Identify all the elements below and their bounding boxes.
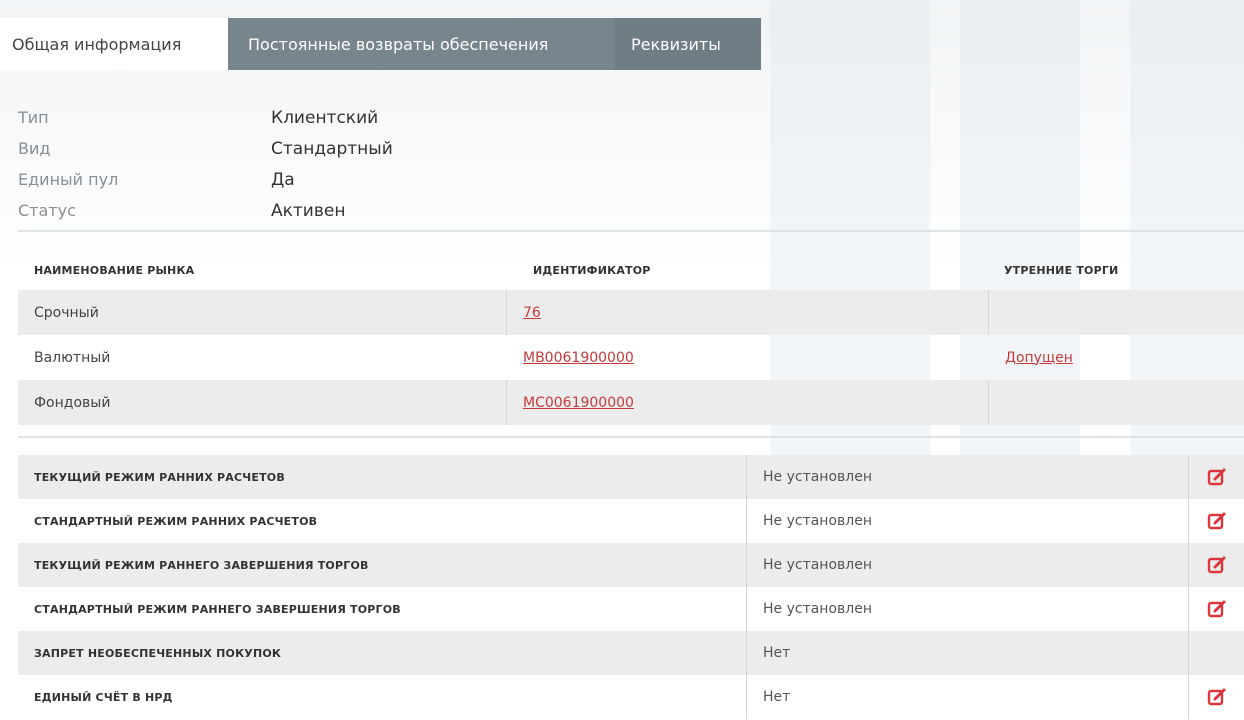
tab-bar: Общая информация Постоянные возвраты обе…	[0, 18, 761, 70]
setting-value: Не установлен	[746, 587, 1189, 631]
market-id-cell: MC0061900000	[507, 380, 989, 425]
setting-label: ЗАПРЕТ НЕОБЕСПЕЧЕННЫХ ПОКУПОК	[34, 646, 282, 660]
table-row: ТЕКУЩИЙ РЕЖИМ РАННЕГО ЗАВЕРШЕНИЯ ТОРГОВ …	[18, 543, 1244, 587]
info-value: Клиентский	[271, 107, 379, 128]
info-row-type: Тип Клиентский	[18, 102, 393, 133]
setting-label: ТЕКУЩИЙ РЕЖИМ РАННИХ РАСЧЕТОВ	[34, 470, 285, 484]
setting-label: СТАНДАРТНЫЙ РЕЖИМ РАННЕГО ЗАВЕРШЕНИЯ ТОР…	[34, 602, 401, 616]
table-row: ТЕКУЩИЙ РЕЖИМ РАННИХ РАСЧЕТОВ Не установ…	[18, 455, 1244, 499]
setting-value: Не установлен	[746, 455, 1189, 499]
settings-table: ТЕКУЩИЙ РЕЖИМ РАННИХ РАСЧЕТОВ Не установ…	[18, 455, 1244, 719]
table-row: ЗАПРЕТ НЕОБЕСПЕЧЕННЫХ ПОКУПОК Нет	[18, 631, 1244, 675]
info-list: Тип Клиентский Вид Стандартный Единый пу…	[18, 102, 393, 226]
table-row: Срочный 76	[18, 290, 1244, 335]
table-row: ЕДИНЫЙ СЧЁТ В НРД Нет	[18, 675, 1244, 719]
table-row: СТАНДАРТНЫЙ РЕЖИМ РАННЕГО ЗАВЕРШЕНИЯ ТОР…	[18, 587, 1244, 631]
column-header-morning-trading: УТРЕННИЕ ТОРГИ	[1004, 263, 1119, 277]
setting-label: ЕДИНЫЙ СЧЁТ В НРД	[34, 690, 173, 704]
edit-icon[interactable]	[1207, 511, 1227, 531]
info-value: Да	[271, 169, 295, 190]
tab-general-info[interactable]: Общая информация	[0, 18, 228, 70]
morning-trading-link[interactable]: Допущен	[1005, 350, 1073, 366]
table-row: СТАНДАРТНЫЙ РЕЖИМ РАННИХ РАСЧЕТОВ Не уст…	[18, 499, 1244, 543]
setting-label: СТАНДАРТНЫЙ РЕЖИМ РАННИХ РАСЧЕТОВ	[34, 514, 318, 528]
tab-collateral-returns[interactable]: Постоянные возвраты обеспечения	[228, 18, 615, 70]
info-label: Единый пул	[18, 170, 119, 189]
info-value: Активен	[271, 200, 346, 221]
market-name-cell: Валютный	[34, 349, 111, 366]
setting-action-cell	[1189, 543, 1244, 587]
table-row: Валютный MB0061900000 Допущен	[18, 335, 1244, 380]
column-header-identifier: ИДЕНТИФИКАТОР	[533, 263, 651, 277]
setting-action-cell	[1189, 631, 1244, 675]
morning-trading-cell: Допущен	[989, 335, 1244, 380]
section-divider	[18, 436, 1244, 438]
setting-value: Не установлен	[746, 499, 1189, 543]
info-value: Стандартный	[271, 138, 393, 159]
column-header-market-name: НАИМЕНОВАНИЕ РЫНКА	[34, 263, 195, 277]
edit-icon[interactable]	[1207, 555, 1227, 575]
info-label: Тип	[18, 108, 49, 127]
edit-icon[interactable]	[1207, 467, 1227, 487]
market-id-link[interactable]: MC0061900000	[523, 395, 634, 411]
setting-value: Нет	[746, 675, 1189, 719]
market-name-cell: Срочный	[18, 290, 507, 335]
market-id-cell: 76	[507, 290, 989, 335]
morning-trading-cell	[989, 290, 1244, 335]
edit-icon[interactable]	[1207, 599, 1227, 619]
markets-table: Срочный 76 Валютный MB0061900000 Допущен…	[18, 290, 1244, 425]
market-id-link[interactable]: 76	[523, 305, 541, 321]
tab-requisites[interactable]: Реквизиты	[615, 18, 761, 70]
market-id-link[interactable]: MB0061900000	[523, 350, 634, 366]
section-divider	[18, 230, 1244, 232]
edit-icon[interactable]	[1207, 687, 1227, 707]
setting-value: Не установлен	[746, 543, 1189, 587]
setting-label: ТЕКУЩИЙ РЕЖИМ РАННЕГО ЗАВЕРШЕНИЯ ТОРГОВ	[34, 558, 369, 572]
info-row-kind: Вид Стандартный	[18, 133, 393, 164]
info-row-status: Статус Активен	[18, 195, 393, 226]
info-label: Статус	[18, 201, 76, 220]
market-name-cell: Фондовый	[18, 380, 507, 425]
setting-action-cell	[1189, 499, 1244, 543]
setting-action-cell	[1189, 587, 1244, 631]
morning-trading-cell	[989, 380, 1244, 425]
markets-table-header: НАИМЕНОВАНИЕ РЫНКА ИДЕНТИФИКАТОР УТРЕННИ…	[18, 252, 1244, 288]
setting-action-cell	[1189, 675, 1244, 719]
market-id-cell: MB0061900000	[507, 335, 989, 380]
info-row-single-pool: Единый пул Да	[18, 164, 393, 195]
setting-value: Нет	[746, 631, 1189, 675]
setting-action-cell	[1189, 455, 1244, 499]
table-row: Фондовый MC0061900000	[18, 380, 1244, 425]
info-label: Вид	[18, 139, 51, 158]
